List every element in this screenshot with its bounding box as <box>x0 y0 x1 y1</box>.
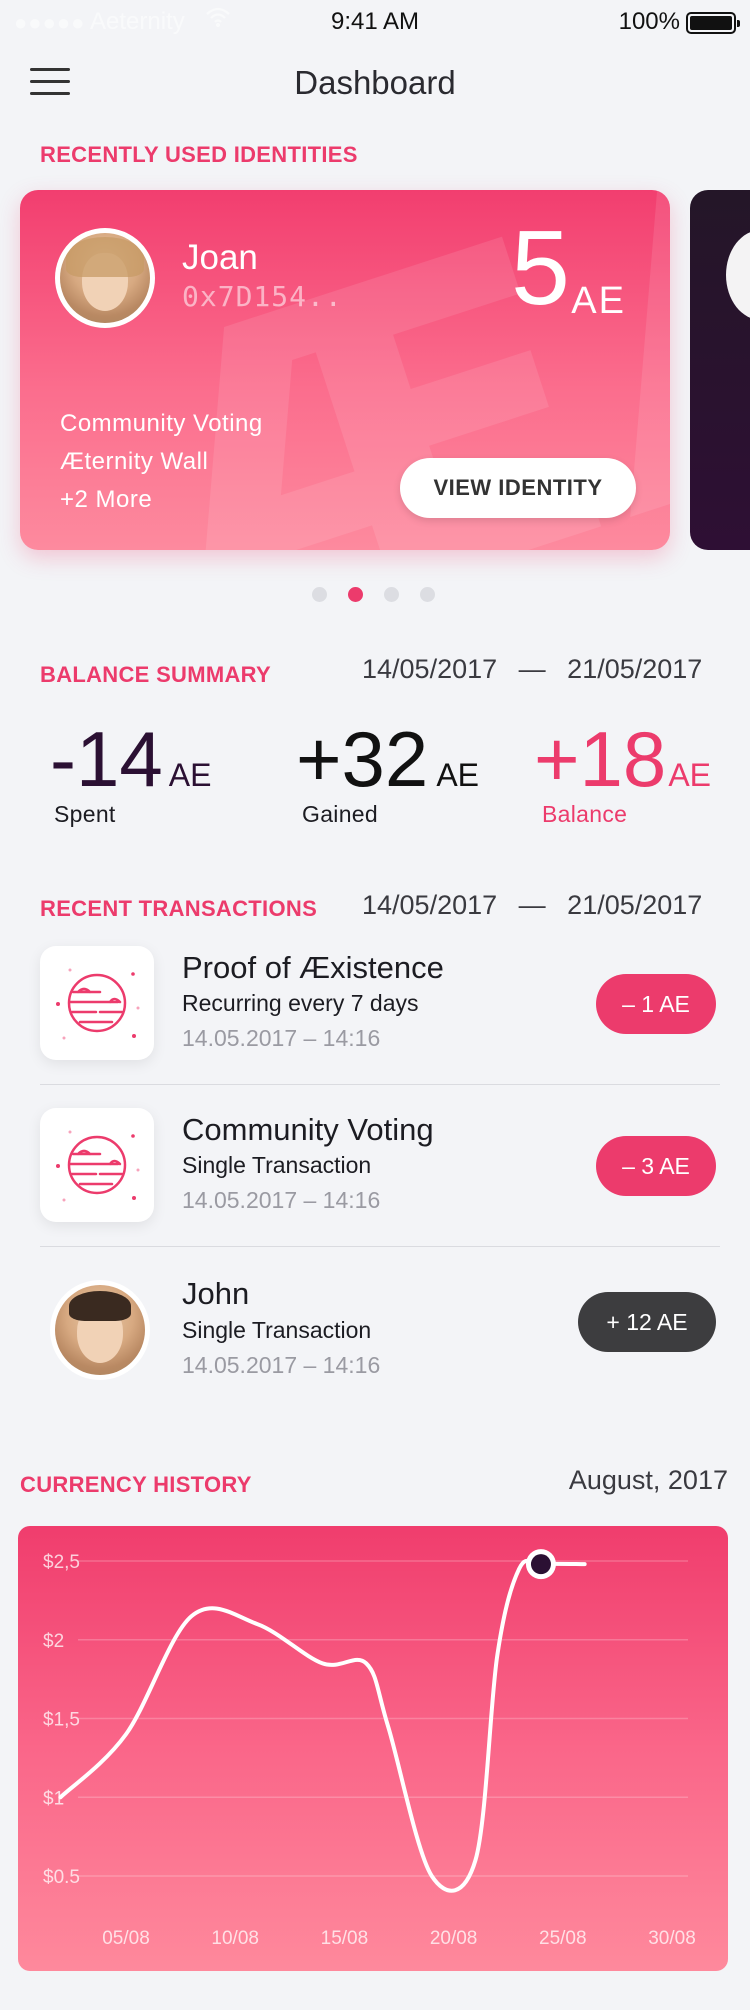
date-separator: — <box>518 654 546 684</box>
balance-date-range[interactable]: 14/05/2017 — 21/05/2017 <box>362 654 702 685</box>
identity-more-apps: +2 More <box>60 486 153 513</box>
transaction-subtitle: Single Transaction <box>182 1152 372 1178</box>
status-bar: ●●●●● Aeternity 9:41 AM 100% <box>0 0 750 44</box>
balance-value: +18AE <box>534 720 711 798</box>
identity-app-item: Æternity Wall <box>60 448 209 475</box>
currency-section-label: CURRENCY HISTORY <box>20 1472 252 1497</box>
avatar <box>50 1280 150 1380</box>
y-tick-label: $2,5 <box>43 1552 80 1573</box>
transaction-subtitle: Single Transaction <box>182 1317 372 1343</box>
john-avatar-photo <box>55 1285 145 1375</box>
pager-dot[interactable] <box>384 587 399 602</box>
gained-label: Gained <box>302 801 378 827</box>
transaction-title: John <box>182 1276 250 1311</box>
chart-svg: $0.5$1$1,5$2$2,5 05/08 10/08 15/08 20/08 25/… <box>43 1549 696 1949</box>
highlight-point-center <box>530 1554 551 1575</box>
next-identity-card[interactable] <box>690 190 750 550</box>
planet-icon <box>40 946 154 1060</box>
gained-unit: AE <box>436 757 479 793</box>
x-tick-label: 30/08 <box>648 1928 696 1949</box>
avatar <box>55 228 155 328</box>
series-line <box>58 1558 587 1893</box>
transaction-amount-badge[interactable]: – 3 AE <box>596 1136 716 1196</box>
gained-amount: +32 <box>296 715 429 803</box>
transaction-row[interactable]: Community Voting Single Transaction 14.0… <box>0 1106 750 1246</box>
identities-section-label: RECENTLY USED IDENTITIES <box>40 142 358 167</box>
x-tick-label: 25/08 <box>539 1928 587 1949</box>
balance-section-label: BALANCE SUMMARY <box>40 662 272 687</box>
page-title: Dashboard <box>294 64 456 101</box>
transaction-title: Proof of Æxistence <box>182 950 444 985</box>
battery-icon <box>686 12 740 34</box>
balance-label: Balance <box>542 801 628 827</box>
spent-value: -14 AE <box>50 720 211 798</box>
divider <box>40 1084 720 1085</box>
identity-balance-unit: AE <box>571 280 626 322</box>
x-tick-label: 15/08 <box>321 1928 369 1949</box>
pager-dot[interactable] <box>420 587 435 602</box>
transaction-date: 14.05.2017 – 14:16 <box>182 1187 381 1213</box>
gained-value: +32 AE <box>296 720 479 798</box>
view-identity-button[interactable]: VIEW IDENTITY <box>400 458 636 518</box>
identity-card[interactable]: ÆÆ Joan 0x7D154.. 5 AE Community Voting … <box>20 190 670 550</box>
spent-label: Spent <box>54 801 116 827</box>
joan-avatar-photo <box>60 233 150 323</box>
transaction-title: Community Voting <box>182 1112 434 1147</box>
identity-balance: 5 <box>511 209 570 327</box>
spent-amount: -14 <box>50 715 163 803</box>
transaction-date: 14.05.2017 – 14:16 <box>182 1352 381 1378</box>
identity-address: 0x7D154.. <box>182 280 343 313</box>
pager-dot[interactable] <box>312 587 327 602</box>
pager-dot-active[interactable] <box>348 587 363 602</box>
y-tick-label: $0.5 <box>43 1867 80 1888</box>
spent-unit: AE <box>168 757 212 793</box>
transactions-section-label: RECENT TRANSACTIONS <box>40 896 318 921</box>
y-tick-label: $1,5 <box>43 1710 80 1731</box>
date-to: 21/05/2017 <box>567 654 703 684</box>
identity-app-item: Community Voting <box>60 410 263 437</box>
y-tick-label: $2 <box>43 1631 64 1652</box>
date-separator: — <box>518 890 546 920</box>
planet-icon <box>40 1108 154 1222</box>
balance-unit: AE <box>668 757 711 793</box>
transaction-row[interactable]: John Single Transaction 14.05.2017 – 14:… <box>0 1272 750 1412</box>
x-tick-label: 20/08 <box>430 1928 478 1949</box>
identity-name: Joan <box>182 238 258 277</box>
transaction-date: 14.05.2017 – 14:16 <box>182 1025 381 1051</box>
x-tick-label: 05/08 <box>102 1928 150 1949</box>
date-from: 14/05/2017 <box>362 890 498 920</box>
currency-chart: $0.5 $1 $1,5 $2 $2,5 05/08 10/08 15/08 20/08 25/… <box>18 1526 728 1971</box>
transaction-amount-badge[interactable]: – 1 AE <box>596 974 716 1034</box>
date-to: 21/05/2017 <box>567 890 703 920</box>
transactions-date-range[interactable]: 14/05/2017 — 21/05/2017 <box>362 890 702 921</box>
x-tick-label: 10/08 <box>211 1928 259 1949</box>
currency-period[interactable]: August, 2017 <box>569 1465 728 1496</box>
battery-percent: 100% <box>618 8 680 35</box>
transaction-amount-badge[interactable]: + 12 AE <box>578 1292 716 1352</box>
balance-amount: +18 <box>534 715 667 803</box>
date-from: 14/05/2017 <box>362 654 498 684</box>
divider <box>40 1246 720 1247</box>
transaction-row[interactable]: Proof of Æxistence Recurring every 7 day… <box>0 944 750 1084</box>
transaction-subtitle: Recurring every 7 days <box>182 990 419 1016</box>
